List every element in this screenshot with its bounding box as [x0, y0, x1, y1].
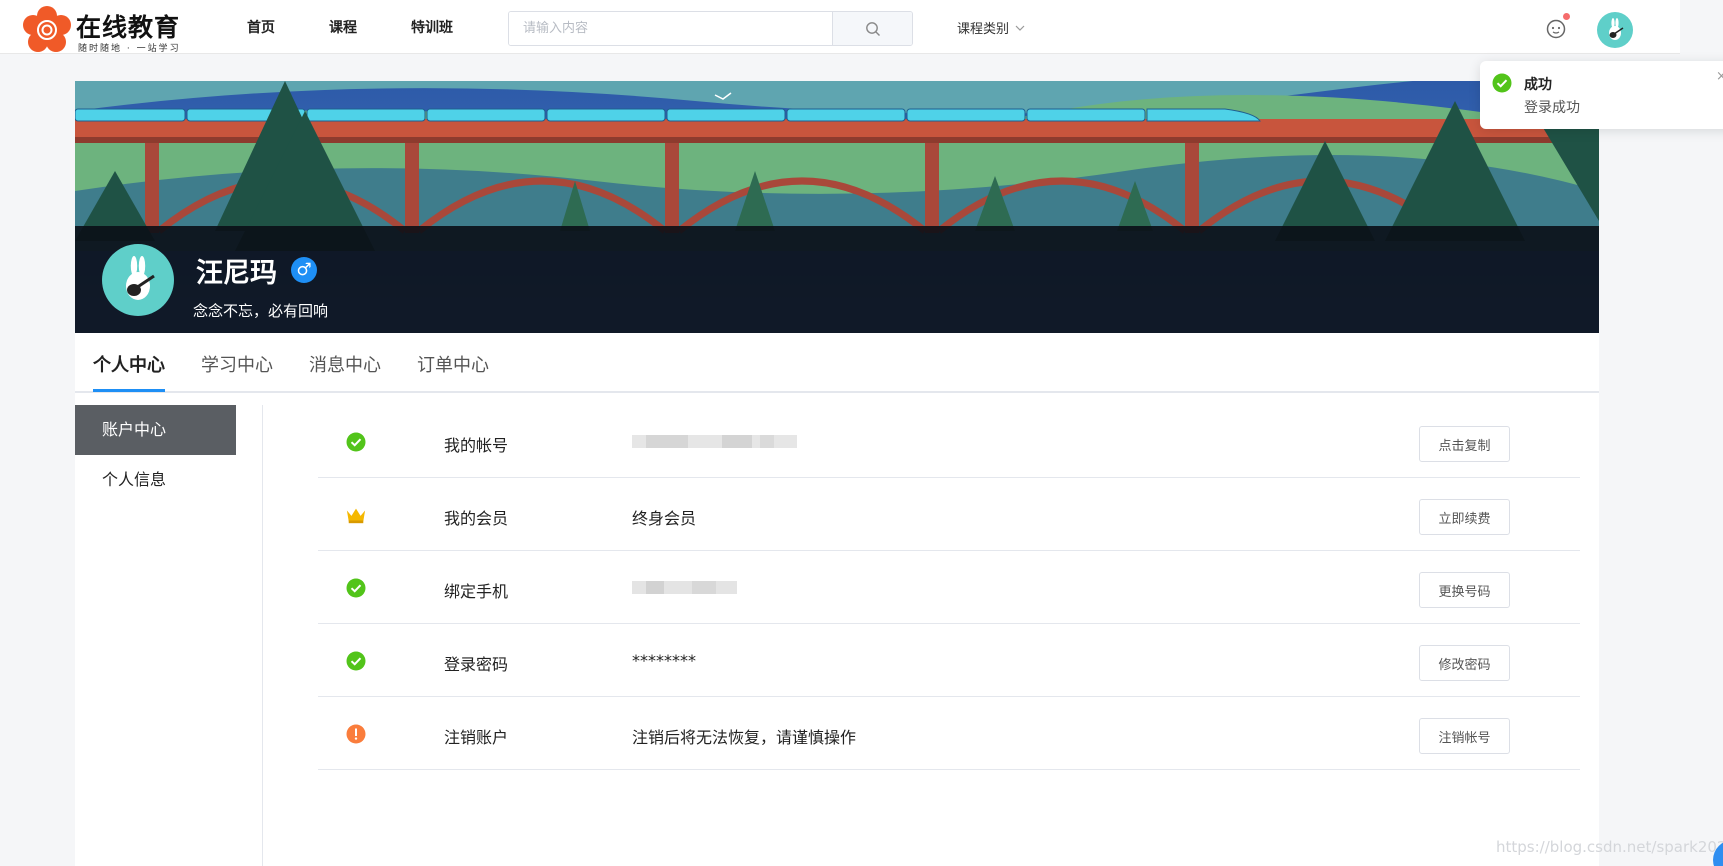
deactivate-warning: 注销后将无法恢复，请谨慎操作	[632, 728, 857, 747]
watermark: https://blog.csdn.net/spark2022	[1496, 838, 1723, 856]
profile-name: 汪尼玛	[196, 258, 277, 289]
search-input[interactable]	[509, 12, 832, 45]
profile-motto: 念念不忘，必有回响	[193, 302, 329, 320]
password-value: ********	[632, 651, 696, 670]
search-icon	[865, 21, 880, 36]
row-label: 我的会员	[444, 509, 509, 528]
check-circle-icon	[346, 651, 366, 671]
active-tab-indicator	[93, 389, 165, 392]
top-header: 在线教育 随时随地 · 一站学习 首页 课程 特训班 课程类别	[0, 0, 1680, 54]
notification-dot	[1563, 13, 1570, 20]
tab-message-center[interactable]: 消息中心	[309, 351, 381, 377]
membership-value: 终身会员	[632, 509, 697, 528]
account-row: 我的帐号 点击复制	[318, 405, 1580, 478]
rabbit-guitar-avatar-icon	[1609, 18, 1624, 40]
profile-banner: 汪尼玛 ♂ 念念不忘，必有回响	[75, 81, 1599, 333]
account-settings-list: 我的帐号 点击复制 我的会员 终身会员 立即续费 绑定手机 更换号码 登录密码 …	[318, 405, 1580, 770]
notification-title: 成功	[1524, 77, 1552, 93]
row-label: 我的帐号	[444, 436, 509, 455]
chat-bubble-icon[interactable]	[1545, 18, 1567, 40]
logo-subtitle: 随时随地 · 一站学习	[78, 44, 181, 54]
user-avatar[interactable]	[1597, 12, 1633, 48]
membership-row: 我的会员 终身会员 立即续费	[318, 478, 1580, 551]
deactivate-account-button[interactable]: 注销帐号	[1419, 718, 1510, 754]
change-password-button[interactable]: 修改密码	[1419, 645, 1510, 681]
tab-order-center[interactable]: 订单中心	[417, 351, 489, 377]
crown-icon	[346, 508, 366, 524]
main-panel: 个人中心 学习中心 消息中心 订单中心 账户中心 个人信息 我的帐号 点击复制	[75, 333, 1599, 866]
logo-flower-icon	[23, 6, 71, 52]
male-gender-icon: ♂	[291, 257, 317, 283]
course-category-dropdown[interactable]: 课程类别	[957, 18, 1025, 37]
phone-row: 绑定手机 更换号码	[318, 551, 1580, 624]
close-icon[interactable]: ×	[1716, 69, 1723, 84]
logo-title: 在线教育	[76, 13, 181, 42]
password-row: 登录密码 ******** 修改密码	[318, 624, 1580, 697]
copy-account-button[interactable]: 点击复制	[1419, 426, 1510, 462]
renew-membership-button[interactable]: 立即续费	[1419, 499, 1510, 535]
deactivate-row: 注销账户 注销后将无法恢复，请谨慎操作 注销帐号	[318, 697, 1580, 770]
side-item-personal-info[interactable]: 个人信息	[75, 455, 236, 505]
warning-circle-icon	[346, 724, 366, 744]
nav-home[interactable]: 首页	[247, 17, 275, 37]
change-phone-button[interactable]: 更换号码	[1419, 572, 1510, 608]
category-label: 课程类别	[957, 22, 1010, 37]
side-menu: 账户中心 个人信息	[75, 405, 263, 866]
tab-personal-center[interactable]: 个人中心	[93, 351, 165, 377]
search-box	[508, 11, 913, 46]
row-label: 注销账户	[444, 728, 509, 747]
profile-avatar[interactable]	[102, 244, 174, 316]
row-label: 登录密码	[444, 655, 509, 674]
notification-message: 登录成功	[1524, 100, 1580, 116]
success-notification: 成功 登录成功 ×	[1480, 61, 1723, 129]
search-button[interactable]	[832, 12, 912, 45]
chevron-down-icon	[1015, 25, 1025, 31]
side-item-account-center[interactable]: 账户中心	[75, 405, 236, 455]
tab-bar: 个人中心 学习中心 消息中心 订单中心	[75, 333, 1599, 393]
masked-phone-value	[632, 581, 737, 594]
nav-training[interactable]: 特训班	[411, 17, 453, 37]
nav-courses[interactable]: 课程	[329, 17, 357, 37]
check-circle-icon	[346, 578, 366, 598]
site-logo[interactable]: 在线教育 随时随地 · 一站学习	[22, 4, 197, 54]
tab-learning-center[interactable]: 学习中心	[201, 351, 273, 377]
check-circle-icon	[346, 432, 366, 452]
row-label: 绑定手机	[444, 582, 509, 601]
masked-account-value	[632, 435, 797, 448]
rabbit-guitar-avatar-icon	[126, 256, 155, 300]
check-circle-icon	[1492, 73, 1512, 93]
